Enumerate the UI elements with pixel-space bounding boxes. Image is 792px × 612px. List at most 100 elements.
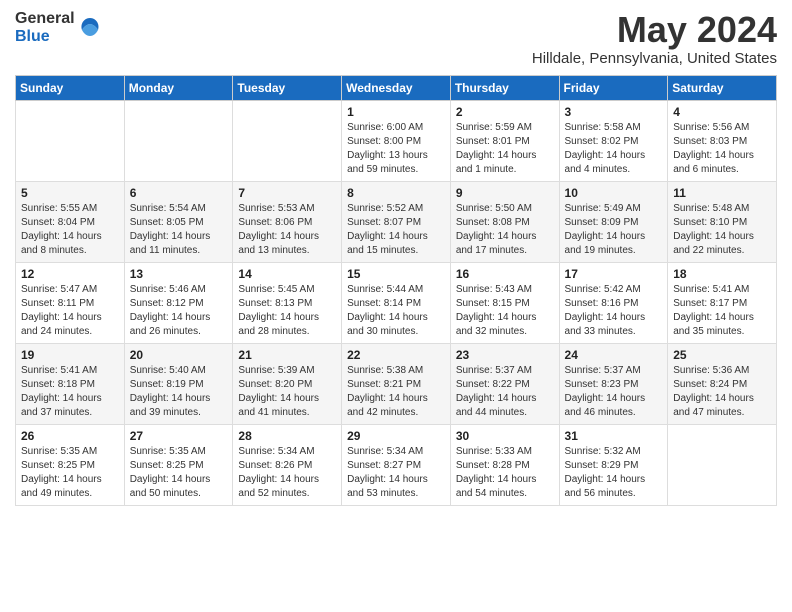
day-info: Sunrise: 5:34 AMSunset: 8:26 PMDaylight:… [238, 445, 336, 501]
day-number: 24 [565, 348, 663, 362]
day-number: 19 [21, 348, 119, 362]
day-number: 6 [130, 186, 228, 200]
header: General Blue May 2024 Hilldale, Pennsylv… [15, 10, 777, 67]
day-info: Sunrise: 5:38 AMSunset: 8:21 PMDaylight:… [347, 364, 445, 420]
day-number: 12 [21, 267, 119, 281]
calendar-cell: 2Sunrise: 5:59 AMSunset: 8:01 PMDaylight… [450, 100, 559, 181]
calendar-cell [16, 100, 125, 181]
day-info: Sunrise: 5:34 AMSunset: 8:27 PMDaylight:… [347, 445, 445, 501]
day-number: 3 [565, 105, 663, 119]
calendar-cell: 9 Sunrise: 5:50 AMSunset: 8:08 PMDaylight… [450, 181, 559, 262]
day-info: Sunrise: 5:40 AMSunset: 8:19 PMDaylight:… [130, 364, 228, 420]
day-info: Sunrise: 5:41 AMSunset: 8:18 PMDaylight:… [21, 364, 119, 420]
day-number: 2 [456, 105, 554, 119]
logo-blue: Blue [15, 28, 75, 46]
day-number: 8 [347, 186, 445, 200]
day-info: Sunrise: 5:35 AMSunset: 8:25 PMDaylight:… [21, 445, 119, 501]
day-info: Sunrise: 5:35 AMSunset: 8:25 PMDaylight:… [130, 445, 228, 501]
calendar-cell [124, 100, 233, 181]
day-info: Sunrise: 5:33 AMSunset: 8:28 PMDaylight:… [456, 445, 554, 501]
subtitle: Hilldale, Pennsylvania, United States [532, 50, 777, 67]
calendar-cell: 7 Sunrise: 5:53 AMSunset: 8:06 PMDaylight… [233, 181, 342, 262]
page: General Blue May 2024 Hilldale, Pennsylv… [0, 0, 792, 612]
calendar-cell: 23 Sunrise: 5:37 AMSunset: 8:22 PMDayligh… [450, 343, 559, 424]
day-number: 30 [456, 429, 554, 443]
day-info: Sunrise: 5:48 AMSunset: 8:10 PMDaylight:… [673, 202, 771, 258]
day-number: 1 [347, 105, 445, 119]
calendar-cell [233, 100, 342, 181]
calendar-cell: 16 Sunrise: 5:43 AMSunset: 8:15 PMDayligh… [450, 262, 559, 343]
calendar-cell: 27 Sunrise: 5:35 AMSunset: 8:25 PMDayligh… [124, 424, 233, 505]
day-number: 13 [130, 267, 228, 281]
calendar-cell: 5Sunrise: 5:55 AMSunset: 8:04 PMDaylight… [16, 181, 125, 262]
day-number: 18 [673, 267, 771, 281]
day-info: Sunrise: 5:37 AMSunset: 8:23 PMDaylight:… [565, 364, 663, 420]
day-number: 23 [456, 348, 554, 362]
day-info: Sunrise: 5:50 AMSunset: 8:08 PMDaylight:… [456, 202, 554, 258]
day-number: 31 [565, 429, 663, 443]
day-info: Sunrise: 5:55 AMSunset: 8:04 PMDaylight:… [21, 202, 119, 258]
day-info: Sunrise: 5:39 AMSunset: 8:20 PMDaylight:… [238, 364, 336, 420]
calendar-cell: 25Sunrise: 5:36 AMSunset: 8:24 PMDayligh… [668, 343, 777, 424]
day-info: Sunrise: 5:54 AMSunset: 8:05 PMDaylight:… [130, 202, 228, 258]
calendar-cell: 10Sunrise: 5:49 AMSunset: 8:09 PMDayligh… [559, 181, 668, 262]
day-number: 21 [238, 348, 336, 362]
day-info: Sunrise: 5:43 AMSunset: 8:15 PMDaylight:… [456, 283, 554, 339]
calendar-cell: 13 Sunrise: 5:46 AMSunset: 8:12 PMDayligh… [124, 262, 233, 343]
day-info: Sunrise: 5:45 AMSunset: 8:13 PMDaylight:… [238, 283, 336, 339]
day-number: 15 [347, 267, 445, 281]
calendar-cell: 21 Sunrise: 5:39 AMSunset: 8:20 PMDayligh… [233, 343, 342, 424]
title-block: May 2024 Hilldale, Pennsylvania, United … [532, 10, 777, 67]
col-wednesday: Wednesday [342, 75, 451, 100]
calendar-cell: 30 Sunrise: 5:33 AMSunset: 8:28 PMDayligh… [450, 424, 559, 505]
col-sunday: Sunday [16, 75, 125, 100]
day-number: 25 [673, 348, 771, 362]
day-number: 17 [565, 267, 663, 281]
week-row-5: 26 Sunrise: 5:35 AMSunset: 8:25 PMDayligh… [16, 424, 777, 505]
col-thursday: Thursday [450, 75, 559, 100]
col-friday: Friday [559, 75, 668, 100]
calendar-cell: 20 Sunrise: 5:40 AMSunset: 8:19 PMDayligh… [124, 343, 233, 424]
day-number: 11 [673, 186, 771, 200]
day-info: Sunrise: 5:52 AMSunset: 8:07 PMDaylight:… [347, 202, 445, 258]
logo: General Blue [15, 10, 102, 45]
calendar-cell: 12 Sunrise: 5:47 AMSunset: 8:11 PMDayligh… [16, 262, 125, 343]
day-info: Sunrise: 5:47 AMSunset: 8:11 PMDaylight:… [21, 283, 119, 339]
day-number: 28 [238, 429, 336, 443]
day-number: 26 [21, 429, 119, 443]
day-info: Sunrise: 6:00 AMSunset: 8:00 PMDaylight:… [347, 121, 445, 177]
calendar-cell: 29 Sunrise: 5:34 AMSunset: 8:27 PMDayligh… [342, 424, 451, 505]
calendar-cell: 31 Sunrise: 5:32 AMSunset: 8:29 PMDayligh… [559, 424, 668, 505]
calendar-cell: 15 Sunrise: 5:44 AMSunset: 8:14 PMDayligh… [342, 262, 451, 343]
day-number: 9 [456, 186, 554, 200]
calendar-cell: 8 Sunrise: 5:52 AMSunset: 8:07 PMDaylight… [342, 181, 451, 262]
day-info: Sunrise: 5:42 AMSunset: 8:16 PMDaylight:… [565, 283, 663, 339]
day-info: Sunrise: 5:32 AMSunset: 8:29 PMDaylight:… [565, 445, 663, 501]
day-info: Sunrise: 5:58 AMSunset: 8:02 PMDaylight:… [565, 121, 663, 177]
calendar-cell [668, 424, 777, 505]
col-tuesday: Tuesday [233, 75, 342, 100]
day-info: Sunrise: 5:46 AMSunset: 8:12 PMDaylight:… [130, 283, 228, 339]
week-row-4: 19 Sunrise: 5:41 AMSunset: 8:18 PMDayligh… [16, 343, 777, 424]
day-info: Sunrise: 5:44 AMSunset: 8:14 PMDaylight:… [347, 283, 445, 339]
main-title: May 2024 [532, 10, 777, 50]
logo-general: General [15, 10, 75, 28]
week-row-1: 1 Sunrise: 6:00 AMSunset: 8:00 PMDaylight… [16, 100, 777, 181]
week-row-2: 5Sunrise: 5:55 AMSunset: 8:04 PMDaylight… [16, 181, 777, 262]
day-number: 27 [130, 429, 228, 443]
calendar-cell: 17 Sunrise: 5:42 AMSunset: 8:16 PMDayligh… [559, 262, 668, 343]
day-number: 16 [456, 267, 554, 281]
day-number: 20 [130, 348, 228, 362]
day-number: 29 [347, 429, 445, 443]
calendar-cell: 4Sunrise: 5:56 AMSunset: 8:03 PMDaylight… [668, 100, 777, 181]
day-number: 7 [238, 186, 336, 200]
day-info: Sunrise: 5:37 AMSunset: 8:22 PMDaylight:… [456, 364, 554, 420]
day-info: Sunrise: 5:56 AMSunset: 8:03 PMDaylight:… [673, 121, 771, 177]
week-row-3: 12 Sunrise: 5:47 AMSunset: 8:11 PMDayligh… [16, 262, 777, 343]
day-number: 10 [565, 186, 663, 200]
day-info: Sunrise: 5:53 AMSunset: 8:06 PMDaylight:… [238, 202, 336, 258]
calendar-table: Sunday Monday Tuesday Wednesday Thursday… [15, 75, 777, 506]
header-row: Sunday Monday Tuesday Wednesday Thursday… [16, 75, 777, 100]
day-number: 22 [347, 348, 445, 362]
col-saturday: Saturday [668, 75, 777, 100]
